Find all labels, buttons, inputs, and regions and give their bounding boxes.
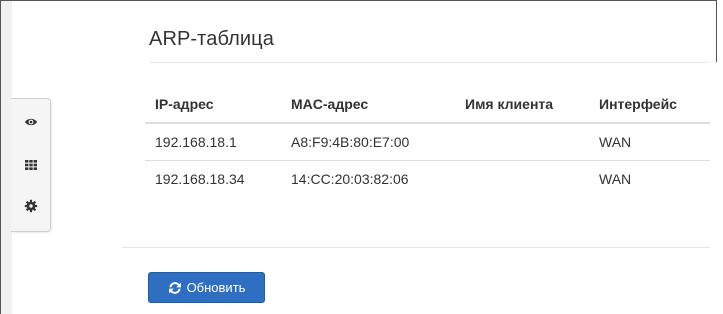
table-row: 192.168.18.1 A8:F9:4B:80:E7:00 WAN xyxy=(145,123,710,161)
column-header-mac: MAC-адрес xyxy=(281,85,455,124)
cell-interface: WAN xyxy=(589,123,710,161)
table-header-row: IP-адрес MAC-адрес Имя клиента Интерфейс xyxy=(145,85,710,124)
settings-button[interactable] xyxy=(24,199,38,213)
page-title: ARP-таблица xyxy=(149,28,274,50)
eye-icon xyxy=(25,118,37,126)
cell-mac: 14:CC:20:03:82:06 xyxy=(291,171,409,187)
window-top-border xyxy=(0,0,717,1)
cell-client-name xyxy=(455,123,589,161)
cell-mac: A8:F9:4B:80:E7:00 xyxy=(281,123,455,161)
view-button[interactable] xyxy=(24,115,38,129)
column-header-client-name: Имя клиента xyxy=(455,85,589,124)
refresh-button-label: Обновить xyxy=(186,280,246,295)
column-header-interface: Интерфейс xyxy=(589,85,710,124)
column-header-ip: IP-адрес xyxy=(145,85,281,124)
side-toolbar xyxy=(11,98,51,232)
refresh-icon xyxy=(168,281,181,294)
window-right-border xyxy=(716,0,717,62)
cell-ip: 192.168.18.34 xyxy=(155,171,245,187)
gear-icon xyxy=(24,199,38,213)
cell-interface: WAN xyxy=(599,171,632,187)
cell-ip: 192.168.18.1 xyxy=(145,123,281,161)
table-row: 192.168.18.34 14:CC:20:03:82:06 WAN xyxy=(145,161,710,198)
arp-table: IP-адрес MAC-адрес Имя клиента Интерфейс… xyxy=(145,85,710,197)
grid-icon xyxy=(25,160,37,170)
grid-button[interactable] xyxy=(24,158,38,172)
cell-client-name xyxy=(455,161,589,198)
title-divider xyxy=(149,62,710,63)
footer-divider xyxy=(122,247,710,248)
refresh-button[interactable]: Обновить xyxy=(148,272,265,303)
